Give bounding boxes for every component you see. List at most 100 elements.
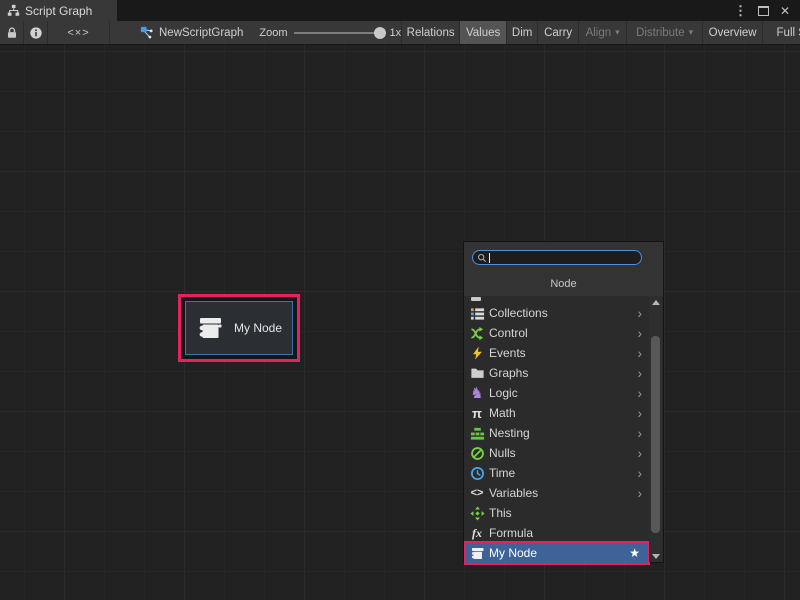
finder-item-label: Nulls <box>489 446 516 460</box>
finder-item-label: Nesting <box>489 426 530 440</box>
finder-item-logic[interactable]: ♞ Logic › <box>464 383 650 403</box>
align-dropdown[interactable]: Align ▾ <box>578 21 626 44</box>
text-caret <box>489 253 490 263</box>
knight-icon: ♞ <box>469 385 485 401</box>
carry-button[interactable]: Carry <box>537 21 578 44</box>
finder-item-label: Time <box>489 466 515 480</box>
finder-item-this[interactable]: This <box>464 503 650 523</box>
finder-item-label: Logic <box>489 386 518 400</box>
finder-item-time[interactable]: Time › <box>464 463 650 483</box>
finder-item-label: My Node <box>489 546 537 560</box>
search-icon <box>477 253 487 263</box>
chevron-right-icon: › <box>637 306 642 320</box>
finder-item-label: This <box>489 506 512 520</box>
search-field[interactable] <box>472 250 642 265</box>
finder-item-label: Formula <box>489 526 533 540</box>
full-screen-button[interactable]: Full Screen <box>762 21 800 44</box>
node-icon <box>195 313 225 343</box>
zoom-value: 1x <box>390 27 402 39</box>
maximize-icon[interactable] <box>758 6 769 16</box>
lightning-icon <box>469 345 485 361</box>
triangle-down-icon <box>652 554 660 559</box>
finder-item-nesting[interactable]: Nesting › <box>464 423 650 443</box>
code-icon: <×> <box>67 27 89 39</box>
node-highlight-ring: My Node <box>178 294 300 362</box>
window-menu-icon[interactable]: ⋮ <box>734 4 747 17</box>
finder-scrollbar <box>649 296 662 562</box>
folder-icon <box>469 365 485 381</box>
tab-title: Script Graph <box>25 4 92 18</box>
triangle-up-icon <box>652 300 660 305</box>
distribute-label: Distribute <box>636 27 685 39</box>
chevron-right-icon: › <box>637 466 642 480</box>
title-bar: Script Graph ⋮ ✕ <box>0 0 800 21</box>
finder-rows: Collections › Control › <box>464 303 650 563</box>
info-button[interactable] <box>24 21 48 44</box>
finder-item-label: Variables <box>489 486 538 500</box>
finder-item-variables[interactable]: <> Variables › <box>464 483 650 503</box>
lock-icon <box>5 26 19 40</box>
chevron-right-icon: › <box>637 406 642 420</box>
chevron-right-icon: › <box>637 486 642 500</box>
lock-button[interactable] <box>0 21 24 44</box>
chevron-right-icon: › <box>637 326 642 340</box>
finder-item-label: Math <box>489 406 516 420</box>
code-preview-button[interactable]: <×> <box>48 21 110 44</box>
scroll-down-button[interactable] <box>649 550 662 562</box>
nesting-icon <box>469 425 485 441</box>
node-icon <box>469 545 485 561</box>
finder-item-control[interactable]: Control › <box>464 323 650 343</box>
finder-item-collections[interactable]: Collections › <box>464 303 650 323</box>
finder-item-formula[interactable]: fx Formula <box>464 523 650 543</box>
close-icon[interactable]: ✕ <box>780 5 790 17</box>
relations-label: Relations <box>407 27 455 39</box>
carry-label: Carry <box>544 27 572 39</box>
finder-item-graphs[interactable]: Graphs › <box>464 363 650 383</box>
graph-canvas[interactable]: My Node Node <box>0 45 800 600</box>
finder-list: Collections › Control › <box>464 296 663 562</box>
scrollbar-track[interactable] <box>649 308 662 550</box>
chevron-down-icon: ▾ <box>689 27 694 38</box>
chevron-down-icon: ▾ <box>615 27 620 38</box>
control-icon <box>469 325 485 341</box>
finder-item-label: Collections <box>489 306 548 320</box>
pi-icon: π <box>469 405 485 421</box>
collections-icon <box>469 305 485 321</box>
search-input[interactable] <box>492 252 622 264</box>
tab-script-graph[interactable]: Script Graph <box>0 0 117 21</box>
finder-item-label: Graphs <box>489 366 528 380</box>
finder-item-label: Control <box>489 326 528 340</box>
overview-button[interactable]: Overview <box>702 21 762 44</box>
node-title: My Node <box>234 321 282 335</box>
zoom-slider-track[interactable] <box>294 32 384 34</box>
zoom-slider-handle[interactable] <box>374 27 386 39</box>
my-node-unit[interactable]: My Node <box>185 301 293 355</box>
dim-button[interactable]: Dim <box>506 21 537 44</box>
scroll-up-button[interactable] <box>649 296 662 308</box>
script-graph-window: Script Graph ⋮ ✕ <box>0 0 800 600</box>
finder-item-my-node[interactable]: My Node ★ <box>464 543 650 563</box>
full-screen-label: Full Screen <box>777 27 800 39</box>
toolbar-toggle-strip: Relations Values Dim Carry Align ▾ Distr… <box>401 21 800 44</box>
finder-item-nulls[interactable]: Nulls › <box>464 443 650 463</box>
chevron-right-icon: › <box>637 446 642 460</box>
graph-name-label: NewScriptGraph <box>159 27 243 39</box>
graph-toolbar: <×> NewScriptGraph Zoom 1x Relation <box>0 21 800 45</box>
zoom-label: Zoom <box>259 27 287 39</box>
dim-label: Dim <box>512 27 532 39</box>
chevron-right-icon: › <box>637 346 642 360</box>
align-label: Align <box>586 27 612 39</box>
finder-item-label: Events <box>489 346 526 360</box>
distribute-dropdown[interactable]: Distribute ▾ <box>626 21 702 44</box>
relations-button[interactable]: Relations <box>401 21 459 44</box>
fuzzy-finder-popup: Node Collections › <box>463 241 664 563</box>
chevron-right-icon: › <box>637 426 642 440</box>
values-button[interactable]: Values <box>459 21 506 44</box>
values-label: Values <box>466 27 500 39</box>
graph-breadcrumb-button[interactable]: NewScriptGraph <box>134 21 249 44</box>
scrollbar-thumb[interactable] <box>651 336 660 533</box>
finder-item-math[interactable]: π Math › <box>464 403 650 423</box>
fx-icon: fx <box>469 525 485 541</box>
favorite-star-icon[interactable]: ★ <box>629 546 640 560</box>
finder-item-events[interactable]: Events › <box>464 343 650 363</box>
